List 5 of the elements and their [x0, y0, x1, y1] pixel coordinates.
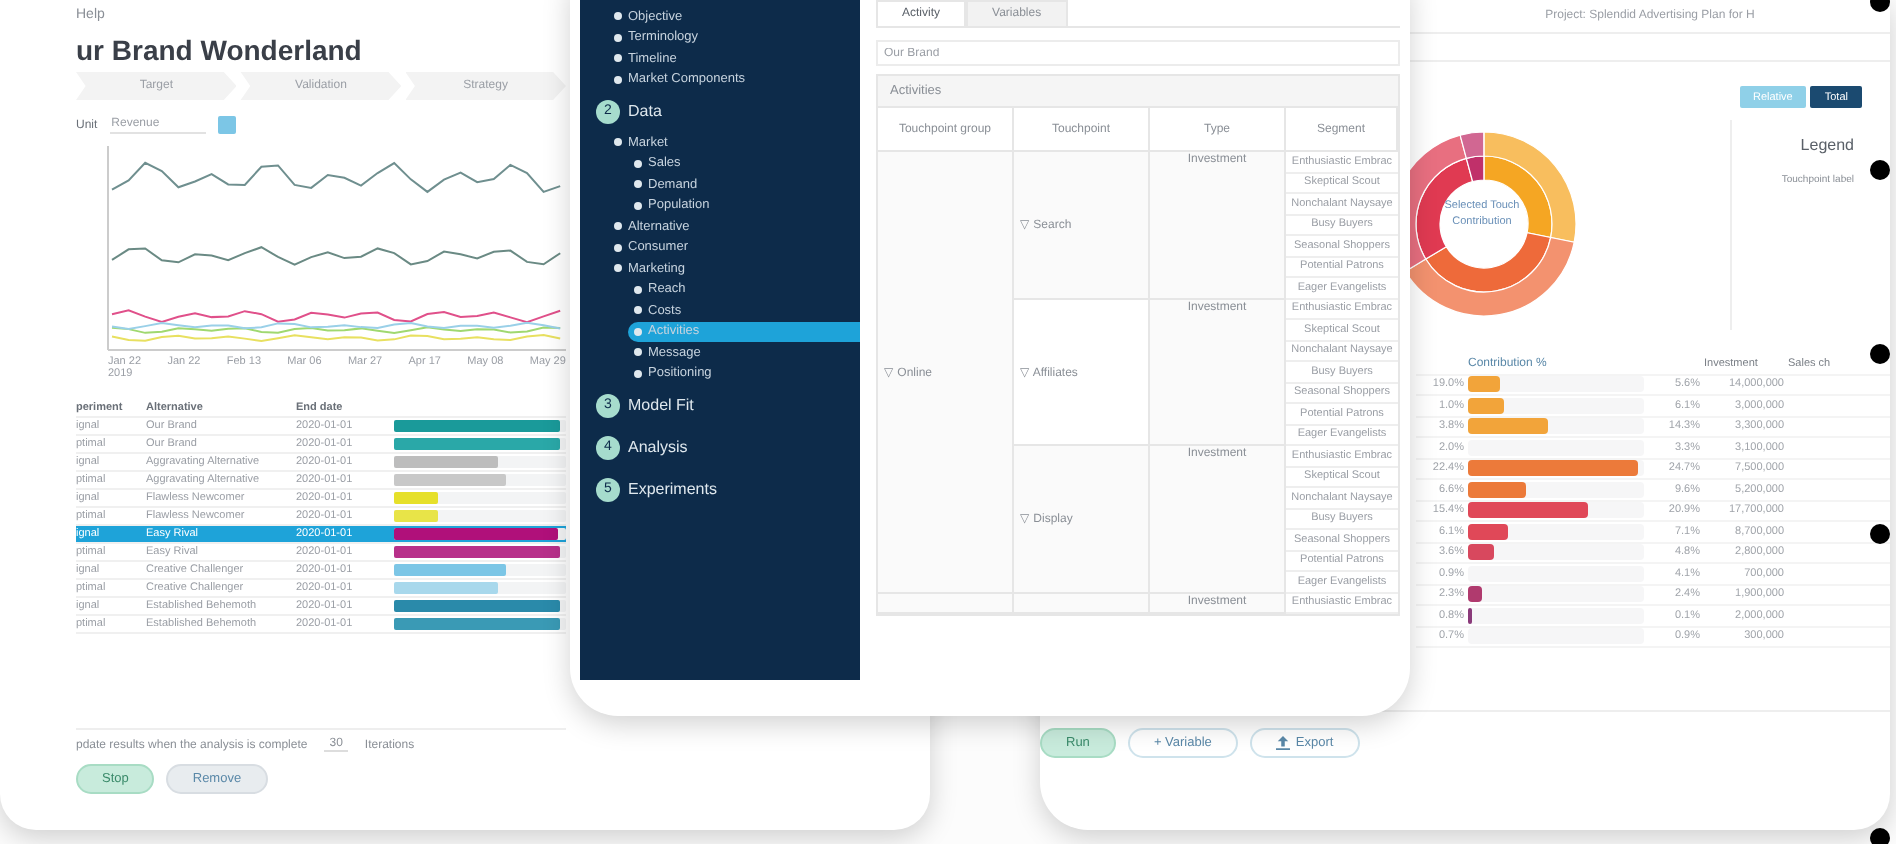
upload-icon [1275, 736, 1290, 750]
legend-title: Legend [1800, 136, 1854, 154]
dot-marker [1870, 828, 1890, 844]
dropdown-toggle-icon[interactable] [217, 116, 236, 134]
app-title: ur Brand Wonderland [76, 34, 362, 66]
